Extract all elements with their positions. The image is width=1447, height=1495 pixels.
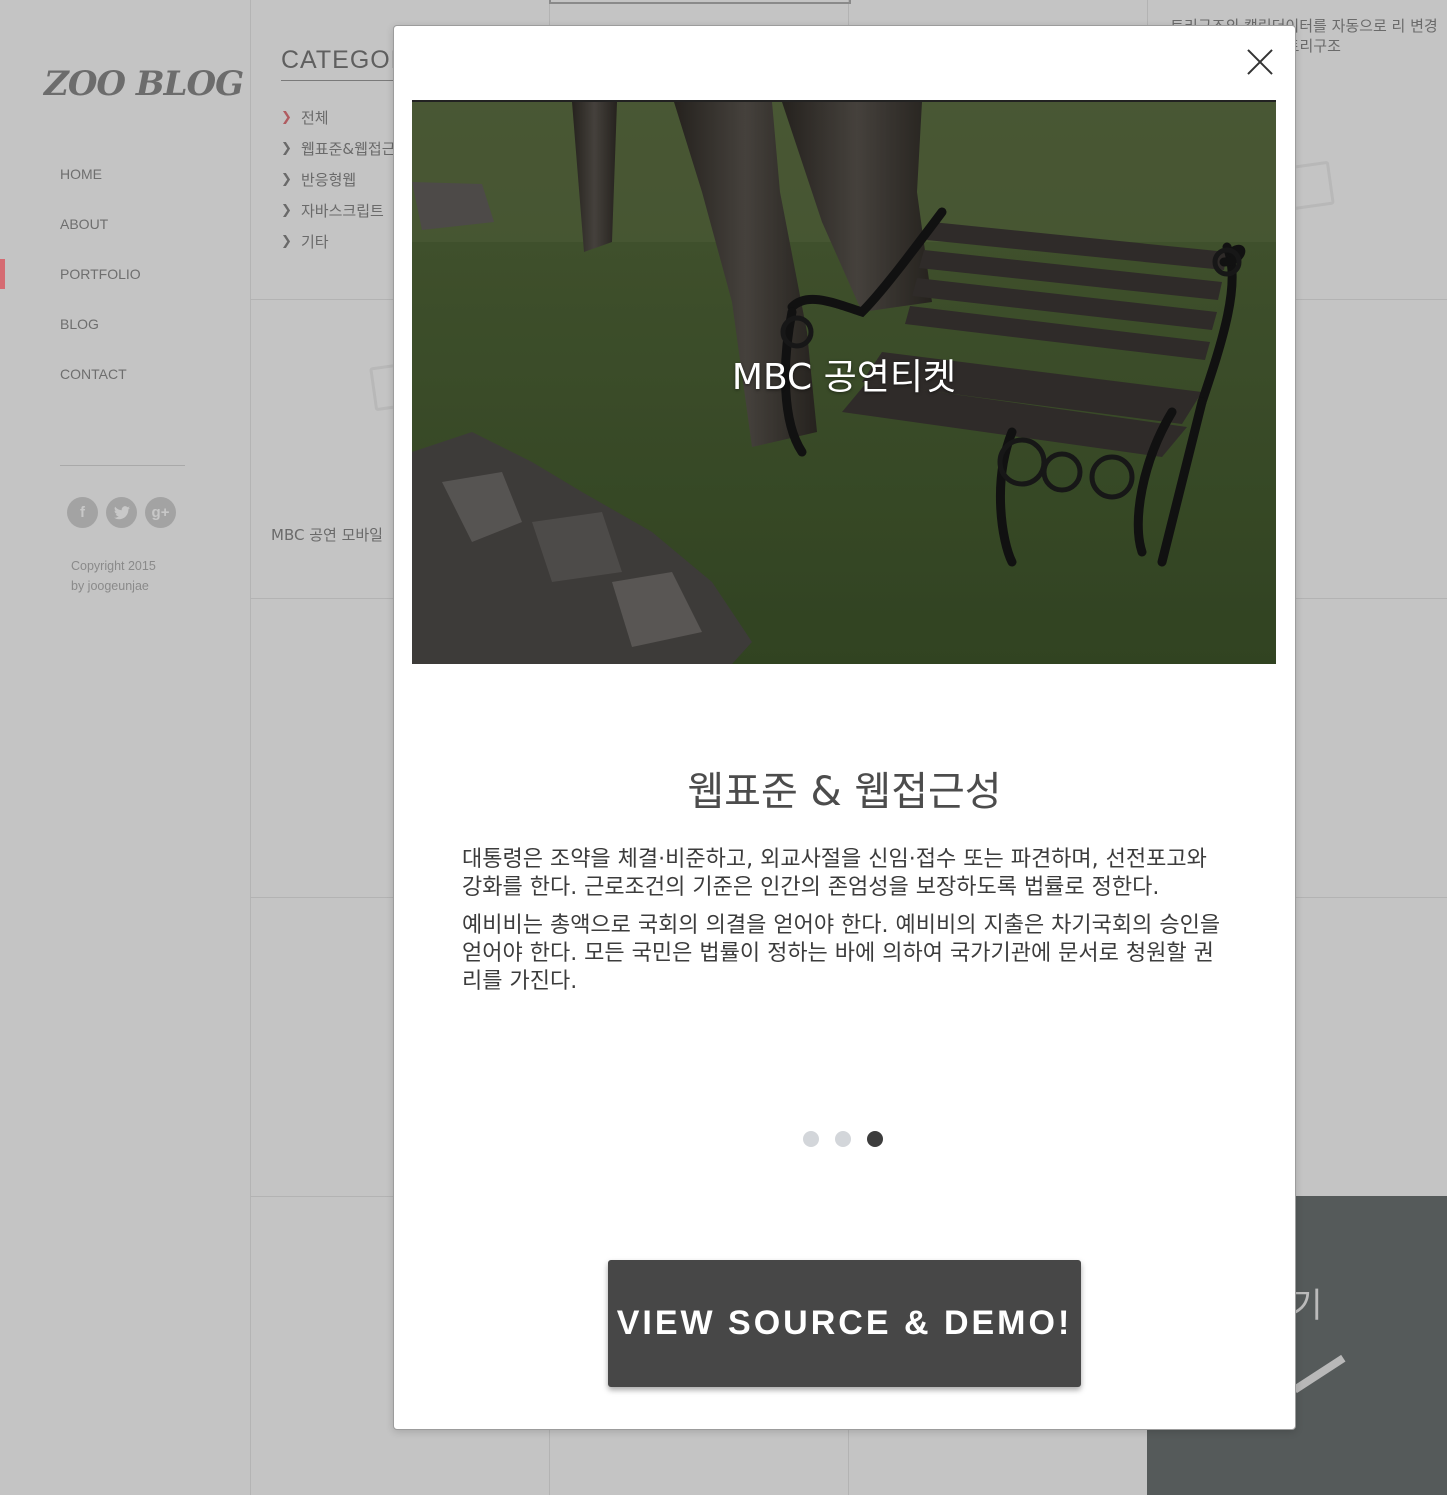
description-paragraph: 대통령은 조약을 체결·비준하고, 외교사절을 신임·접수 또는 파견하며, 선… bbox=[462, 847, 1207, 900]
modal-description: 대통령은 조약을 체결·비준하고, 외교사절을 신임·접수 또는 파견하며, 선… bbox=[462, 846, 1232, 1006]
category-item-responsive[interactable]: ❯ 반응형웹 bbox=[281, 164, 396, 195]
portfolio-modal: MBC 공연티켓 웹표준 & 웹접근성 대통령은 조약을 체결·비준하고, 외교… bbox=[393, 25, 1296, 1430]
category-item-web-standards[interactable]: ❯ 웹표준&웹접근 bbox=[281, 133, 396, 164]
chevron-right-icon: ❯ bbox=[281, 140, 292, 156]
site-logo[interactable]: ZOO BLOG bbox=[44, 64, 244, 104]
view-source-demo-button[interactable]: VIEW SOURCE & DEMO! bbox=[608, 1260, 1081, 1387]
category-item-javascript[interactable]: ❯ 자바스크립트 bbox=[281, 195, 396, 226]
nav-contact[interactable]: CONTACT bbox=[0, 358, 250, 408]
social-links: f g+ bbox=[67, 497, 176, 528]
chevron-right-icon: ❯ bbox=[281, 202, 292, 218]
slide-pagination bbox=[803, 1131, 883, 1147]
chevron-right-icon: ❯ bbox=[281, 109, 292, 125]
modal-title: 웹표준 & 웹접근성 bbox=[687, 769, 1002, 815]
nav-portfolio[interactable]: PORTFOLIO bbox=[0, 258, 250, 308]
description-paragraph: 예비비는 총액으로 국회의 의결을 얻어야 한다. 예비비의 지출은 차기국회의… bbox=[462, 913, 1221, 994]
sidebar-divider bbox=[60, 465, 185, 466]
slide-dot-1[interactable] bbox=[803, 1131, 819, 1147]
sidebar: ZOO BLOG HOME ABOUT PORTFOLIO BLOG CONTA… bbox=[0, 0, 251, 1495]
category-title: CATEGOR bbox=[281, 46, 410, 74]
category-label: 반응형웹 bbox=[301, 170, 357, 189]
nav-blog[interactable]: BLOG bbox=[0, 308, 250, 358]
chevron-right-icon: ❯ bbox=[281, 171, 292, 187]
top-tab-outline bbox=[549, 0, 851, 4]
category-item-all[interactable]: ❯ 전체 bbox=[281, 102, 396, 133]
active-indicator bbox=[0, 259, 5, 289]
category-label: 웹표준&웹접근 bbox=[301, 139, 396, 158]
copyright-line-2: by joogeunjae bbox=[71, 579, 149, 593]
hero-caption: MBC 공연티켓 bbox=[731, 357, 957, 398]
portfolio-tile-caption[interactable]: MBC 공연 모바일 bbox=[271, 524, 383, 545]
main-nav: HOME ABOUT PORTFOLIO BLOG CONTACT bbox=[0, 158, 250, 408]
slide-dot-3[interactable] bbox=[867, 1131, 883, 1147]
twitter-icon[interactable] bbox=[106, 497, 137, 528]
copyright-line-1: Copyright 2015 bbox=[71, 559, 156, 573]
copyright: Copyright 2015 by joogeunjae bbox=[71, 556, 156, 596]
category-label: 전체 bbox=[301, 108, 329, 127]
nav-about[interactable]: ABOUT bbox=[0, 208, 250, 258]
category-underline bbox=[281, 80, 401, 81]
facebook-icon[interactable]: f bbox=[67, 497, 98, 528]
nav-home[interactable]: HOME bbox=[0, 158, 250, 208]
google-plus-icon[interactable]: g+ bbox=[145, 497, 176, 528]
category-label: 자바스크립트 bbox=[301, 201, 384, 220]
slide-dot-2[interactable] bbox=[835, 1131, 851, 1147]
category-label: 기타 bbox=[301, 232, 329, 251]
category-item-etc[interactable]: ❯ 기타 bbox=[281, 226, 396, 257]
close-icon[interactable] bbox=[1246, 48, 1274, 76]
hero-image: MBC 공연티켓 bbox=[412, 100, 1276, 664]
chevron-right-icon: ❯ bbox=[281, 233, 292, 249]
nav-portfolio-label: PORTFOLIO bbox=[60, 266, 141, 282]
category-list: ❯ 전체 ❯ 웹표준&웹접근 ❯ 반응형웹 ❯ 자바스크립트 ❯ 기타 bbox=[281, 102, 396, 257]
